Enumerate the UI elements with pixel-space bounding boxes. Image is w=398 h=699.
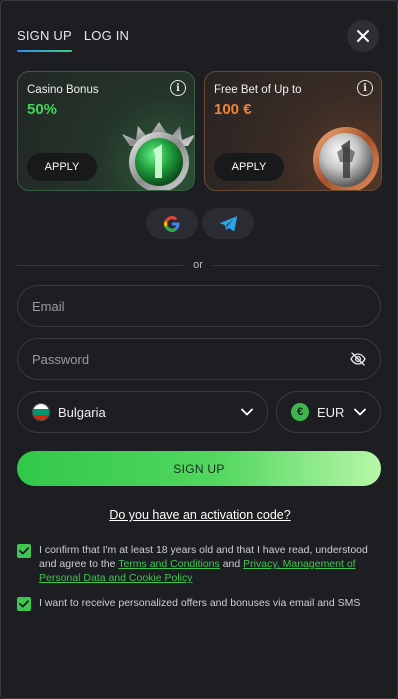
marketing-text: I want to receive personalized offers an… [39, 597, 361, 609]
marketing-consent: I want to receive personalized offers an… [17, 596, 382, 611]
signup-modal: SIGN UP LOG IN Casino Bonus 50% i APPLY [0, 0, 398, 699]
casino-bonus-card[interactable]: Casino Bonus 50% i APPLY [17, 71, 195, 191]
euro-icon: € [291, 403, 309, 421]
info-icon[interactable]: i [170, 80, 186, 96]
card-title: Casino Bonus [27, 84, 99, 96]
telegram-login-button[interactable] [202, 208, 254, 239]
and-text: and [219, 558, 244, 570]
or-divider: or [17, 259, 379, 271]
email-field[interactable] [32, 298, 366, 314]
terms-link[interactable]: Terms and Conditions [118, 558, 220, 570]
football-medal-icon [313, 127, 379, 190]
tab-log-in[interactable]: LOG IN [84, 28, 129, 51]
chevron-down-icon [354, 408, 366, 416]
card-title: Free Bet of Up to [214, 84, 302, 96]
telegram-icon [219, 216, 237, 231]
or-label: or [193, 259, 203, 271]
google-login-button[interactable] [146, 208, 198, 239]
bulgaria-flag-icon [32, 403, 50, 421]
country-value: Bulgaria [58, 404, 106, 420]
check-icon [19, 600, 29, 608]
divider-line [17, 264, 184, 266]
close-button[interactable] [347, 20, 379, 52]
password-field[interactable] [32, 351, 350, 367]
google-icon [164, 215, 180, 232]
age-terms-text: I confirm that I'm at least 18 years old… [39, 543, 382, 585]
currency-select[interactable]: € EUR [276, 391, 381, 433]
sign-up-button[interactable]: SIGN UP [17, 451, 381, 486]
apply-free-bet-button[interactable]: APPLY [214, 153, 284, 181]
password-field-wrapper [17, 338, 381, 380]
check-icon [19, 547, 29, 555]
currency-value: EUR [317, 404, 345, 420]
info-icon[interactable]: i [357, 80, 373, 96]
card-value: 50% [27, 101, 58, 118]
age-terms-consent: I confirm that I'm at least 18 years old… [17, 543, 382, 585]
activation-code-link[interactable]: Do you have an activation code? [1, 508, 398, 522]
country-select[interactable]: Bulgaria [17, 391, 268, 433]
apply-casino-bonus-button[interactable]: APPLY [27, 153, 97, 181]
email-field-wrapper [17, 285, 381, 327]
eye-off-icon[interactable] [350, 352, 366, 366]
close-icon [357, 30, 369, 42]
green-medal-icon [122, 122, 194, 190]
marketing-checkbox[interactable] [17, 597, 31, 611]
auth-tabs: SIGN UP LOG IN [17, 28, 129, 52]
age-terms-checkbox[interactable] [17, 544, 31, 558]
tab-sign-up[interactable]: SIGN UP [17, 28, 72, 52]
card-value: 100 € [214, 101, 252, 118]
chevron-down-icon [241, 408, 253, 416]
free-bet-card[interactable]: Free Bet of Up to 100 € i APPLY [204, 71, 382, 191]
divider-line [212, 264, 379, 266]
